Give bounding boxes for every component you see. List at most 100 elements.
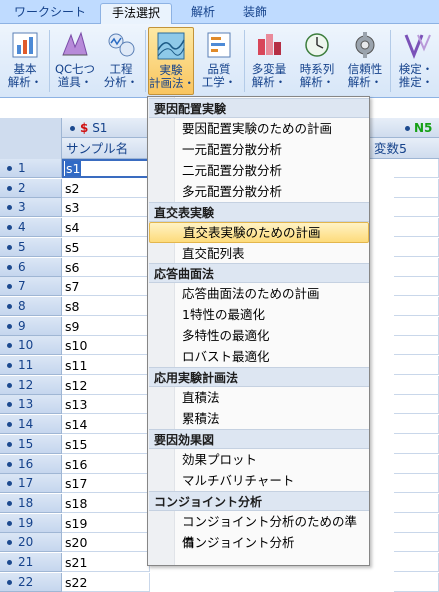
- process-analysis-button[interactable]: 工程 分析・: [98, 27, 144, 95]
- var5-cell[interactable]: [394, 159, 439, 178]
- sample-name-cell[interactable]: s13: [62, 395, 150, 415]
- var5-cell[interactable]: [394, 277, 439, 297]
- menu-item[interactable]: 応答曲面法のための計画: [149, 283, 369, 304]
- menu-item[interactable]: コンジョイント分析のための準備: [149, 511, 369, 550]
- experimental-design-button[interactable]: 実験 計画法・: [148, 27, 195, 95]
- menu-item[interactable]: 二元配置分散分析: [149, 160, 369, 181]
- menu-item[interactable]: 要因配置実験のための計画: [149, 118, 369, 139]
- var5-cell[interactable]: [394, 454, 439, 474]
- row-header[interactable]: 9: [0, 316, 62, 336]
- var5-cell[interactable]: [394, 198, 439, 218]
- column-name-var5[interactable]: 変数5: [370, 138, 407, 159]
- reliability-analysis-button[interactable]: 信頼性 解析・: [342, 27, 388, 95]
- menu-item[interactable]: 1特性の最適化: [149, 304, 369, 325]
- var5-cell[interactable]: [394, 474, 439, 494]
- quality-engineering-button[interactable]: 品質 工学・: [196, 27, 242, 95]
- multivariate-analysis-button[interactable]: 多変量 解析・: [246, 27, 292, 95]
- sample-name-cell[interactable]: s21: [62, 553, 150, 572]
- sample-name-cell[interactable]: s22: [62, 572, 150, 592]
- var5-cell[interactable]: [394, 218, 439, 238]
- row-header[interactable]: 7: [0, 277, 62, 297]
- sample-name-cell[interactable]: s17: [62, 474, 150, 494]
- column-name-sample[interactable]: サンプル名: [62, 138, 128, 159]
- row-header[interactable]: 15: [0, 434, 62, 454]
- test-estimate-button[interactable]: 検定・ 推定・: [393, 27, 439, 95]
- menu-item[interactable]: コンジョイント分析: [149, 532, 369, 553]
- sample-name-cell[interactable]: s14: [62, 415, 150, 435]
- time-series-button[interactable]: 時系列 解析・: [294, 27, 340, 95]
- tab-method-selection[interactable]: 手法選択: [100, 3, 172, 25]
- menu-item[interactable]: 一元配置分散分析: [149, 139, 369, 160]
- grid-corner[interactable]: [0, 118, 62, 159]
- row-header[interactable]: 11: [0, 356, 62, 375]
- sample-name-cell[interactable]: s19: [62, 513, 150, 533]
- row-header[interactable]: 10: [0, 336, 62, 356]
- sample-name-cell[interactable]: s8: [62, 296, 150, 316]
- row-header[interactable]: 6: [0, 257, 62, 277]
- row-header[interactable]: 14: [0, 415, 62, 435]
- var5-cell[interactable]: [394, 375, 439, 395]
- basic-analysis-button[interactable]: 基本 解析・: [2, 27, 48, 95]
- column-header-s1[interactable]: $ S1: [70, 118, 107, 138]
- row-header[interactable]: 21: [0, 553, 62, 572]
- menu-item[interactable]: 直交表実験のための計画: [149, 221, 369, 243]
- var5-cell[interactable]: [394, 237, 439, 257]
- var5-cell[interactable]: [394, 415, 439, 435]
- var5-cell[interactable]: [394, 513, 439, 533]
- tab-worksheet[interactable]: ワークシート: [6, 3, 94, 24]
- var5-cell[interactable]: [394, 434, 439, 454]
- var5-cell[interactable]: [394, 572, 439, 592]
- menu-item[interactable]: 累積法: [149, 408, 369, 429]
- sample-name-cell[interactable]: s5: [62, 237, 150, 257]
- menu-item[interactable]: 効果プロット: [149, 449, 369, 470]
- tab-decoration[interactable]: 装飾: [232, 3, 278, 24]
- row-header[interactable]: 20: [0, 533, 62, 553]
- var5-cell[interactable]: [394, 336, 439, 356]
- menu-item[interactable]: ロバスト最適化: [149, 346, 369, 367]
- var5-cell[interactable]: [394, 493, 439, 513]
- var5-cell[interactable]: [394, 356, 439, 375]
- sample-name-cell[interactable]: s11: [62, 356, 150, 375]
- sample-name-cell[interactable]: s6: [62, 257, 150, 277]
- sample-name-cell[interactable]: s7: [62, 277, 150, 297]
- menu-item[interactable]: 多特性の最適化: [149, 325, 369, 346]
- var5-cell[interactable]: [394, 395, 439, 415]
- column-header-n5[interactable]: N5: [405, 118, 432, 138]
- row-header[interactable]: 17: [0, 474, 62, 494]
- sample-name-cell[interactable]: s18: [62, 493, 150, 513]
- row-header[interactable]: 3: [0, 198, 62, 218]
- sample-name-cell[interactable]: s12: [62, 375, 150, 395]
- menu-item[interactable]: マルチバリチャート: [149, 470, 369, 491]
- sample-name-cell[interactable]: s2: [62, 178, 150, 198]
- row-header[interactable]: 12: [0, 375, 62, 395]
- sample-name-cell[interactable]: s4: [62, 218, 150, 238]
- row-header[interactable]: 19: [0, 513, 62, 533]
- row-header[interactable]: 13: [0, 395, 62, 415]
- sample-name-cell[interactable]: s3: [62, 198, 150, 218]
- sample-name-cell[interactable]: s1: [62, 159, 150, 178]
- var5-cell[interactable]: [394, 316, 439, 336]
- var5-cell[interactable]: [394, 257, 439, 277]
- row-header[interactable]: 4: [0, 218, 62, 238]
- var5-cell[interactable]: [394, 296, 439, 316]
- sample-name-cell[interactable]: s10: [62, 336, 150, 356]
- row-header[interactable]: 8: [0, 296, 62, 316]
- row-header[interactable]: 18: [0, 493, 62, 513]
- row-header[interactable]: 22: [0, 572, 62, 592]
- row-header[interactable]: 16: [0, 454, 62, 474]
- row-header[interactable]: 2: [0, 178, 62, 198]
- sample-name-cell[interactable]: s9: [62, 316, 150, 336]
- sample-name-cell[interactable]: s15: [62, 434, 150, 454]
- row-header[interactable]: 5: [0, 237, 62, 257]
- sample-name-cell[interactable]: s20: [62, 533, 150, 553]
- var5-cell[interactable]: [394, 178, 439, 198]
- var5-cell[interactable]: [394, 553, 439, 572]
- tab-analysis[interactable]: 解析: [180, 3, 226, 24]
- qc-seven-tools-button[interactable]: QC七つ 道具・: [52, 27, 98, 95]
- sample-name-cell[interactable]: s16: [62, 454, 150, 474]
- row-header[interactable]: 1: [0, 159, 62, 178]
- menu-item[interactable]: 直交配列表: [149, 243, 369, 264]
- var5-cell[interactable]: [394, 533, 439, 553]
- menu-item[interactable]: 直積法: [149, 387, 369, 408]
- menu-item[interactable]: 多元配置分散分析: [149, 181, 369, 202]
